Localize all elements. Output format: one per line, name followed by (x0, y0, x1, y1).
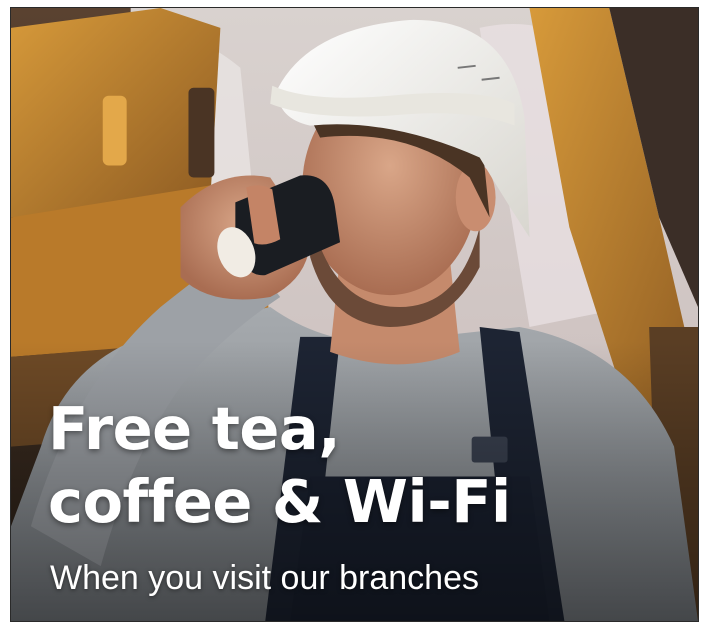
promo-headline: Free tea, coffee & Wi-Fi (48, 392, 511, 538)
headline-line-2: coffee & Wi-Fi (48, 467, 511, 536)
promo-subline: When you visit our branches (50, 559, 479, 597)
promo-card[interactable]: Free tea, coffee & Wi-Fi When you visit … (10, 7, 699, 622)
headline-line-1: Free tea, (48, 394, 341, 463)
